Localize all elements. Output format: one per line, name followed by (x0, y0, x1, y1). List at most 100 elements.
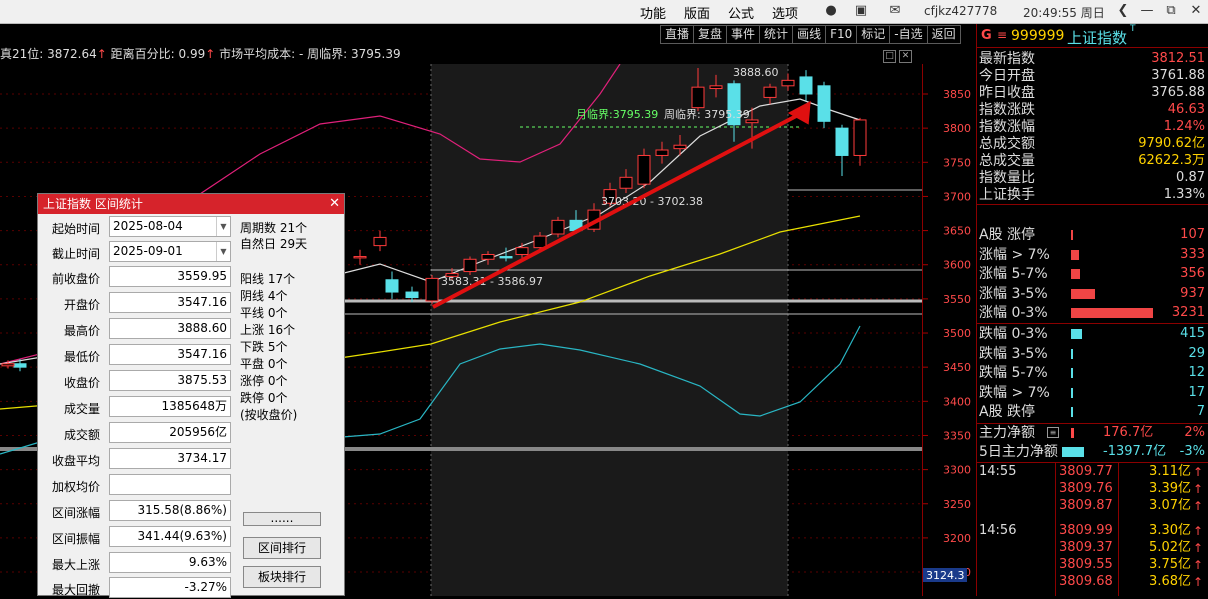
breadth-value: 12 (1188, 365, 1205, 380)
tick-amount: 5.02亿 (1149, 540, 1191, 555)
dialog-header[interactable]: 上证指数 区间统计 ✕ (38, 194, 344, 214)
candle-body (373, 236, 387, 247)
date-picker[interactable]: 2025-08-04 ▼ (109, 216, 231, 237)
toolbar-button-2[interactable]: 事件 (726, 25, 761, 44)
user-icon[interactable]: ● (822, 2, 840, 20)
candle-body (499, 256, 513, 259)
axis-label: 3200 (943, 532, 971, 545)
period-stat: 自然日 29天 (240, 237, 308, 251)
menu-formula[interactable]: 公式 (728, 3, 754, 22)
stat-row: 成交量 1385648万 (38, 396, 238, 418)
stat-row: 加权均价 (38, 474, 238, 496)
info-part1: 真21位: 3872.64 (0, 47, 97, 61)
stat-label: 收盘平均 (51, 454, 100, 468)
stat-value: -3.27% (109, 577, 231, 598)
chart-maximize-icon[interactable]: □ (883, 50, 896, 63)
breadth-row: A股 跌停 7 (979, 403, 1207, 421)
axis-label: 3550 (943, 293, 971, 306)
breadth-label: 跌幅 > 7% (979, 384, 1050, 401)
breadth-row: A股 涨停 107 (979, 226, 1207, 244)
stat-value-text: -3.27% (184, 580, 227, 594)
chevron-down-icon[interactable]: ▼ (216, 217, 230, 236)
last-value-label: 3124.3 (926, 569, 965, 582)
title-bar: 功能 版面 公式 选项 ● ▣ ✉ cfjkz427778 20:49:55 周… (0, 0, 1208, 24)
stock-name[interactable]: 上证指数 (1067, 27, 1127, 48)
pin-icon[interactable]: T (1130, 24, 1136, 34)
breadth-row: 涨幅 0-3% 3231 (979, 304, 1207, 322)
breadth-label: 跌幅 3-5% (979, 345, 1048, 362)
toolbar-button-8[interactable]: 返回 (926, 25, 961, 44)
date-picker[interactable]: 2025-09-01 ▼ (109, 241, 231, 262)
breadth-row: 涨幅 5-7% 356 (979, 265, 1207, 283)
candle-body (551, 219, 565, 235)
tick-amount: 3.30亿 (1149, 523, 1191, 538)
chevron-down-icon[interactable]: ▼ (216, 242, 230, 261)
dialog-close-icon[interactable]: ✕ (329, 194, 340, 214)
breadth-bar (1071, 329, 1082, 339)
breadth-bar (1071, 249, 1080, 260)
candle-body (385, 279, 399, 293)
menu-options[interactable]: 选项 (772, 3, 798, 22)
candle-body (405, 291, 419, 299)
restore-icon[interactable]: ⧉ (1162, 2, 1180, 20)
tick-time: 14:55 (979, 464, 1017, 479)
flow-label: 主力净额 (979, 425, 1035, 441)
flow-pct: 2% (1184, 425, 1205, 440)
toolbar-button-3[interactable]: 统计 (759, 25, 794, 44)
quote-value: 1.33% (1163, 187, 1205, 202)
range-rank-button[interactable]: 区间排行 (243, 537, 321, 559)
toolbar-button-5[interactable]: F10 (825, 25, 858, 44)
stat-label: 最大回撤 (51, 583, 100, 597)
stat-value: 3547.16 (109, 344, 231, 365)
axis-label: 3800 (943, 122, 971, 135)
account-name: cfjkz427778 (924, 4, 998, 18)
close-icon[interactable]: ✕ (1187, 2, 1205, 20)
tick-amount: 3.11亿 (1149, 464, 1191, 479)
more-button[interactable]: ...... (243, 512, 321, 526)
mail-icon[interactable]: ✉ (886, 2, 904, 20)
candle-stat: 阳线 17个 (240, 272, 296, 286)
axis-label: 3450 (943, 361, 971, 374)
breadth-row: 跌幅 3-5% 29 (979, 345, 1207, 363)
toolbar-button-0[interactable]: 直播 (660, 25, 695, 44)
quote-label: 今日开盘 (979, 68, 1035, 84)
candle-stat: 平盘 0个 (240, 357, 288, 371)
up-arrow-icon: ↑ (96, 47, 107, 61)
tick-price: 3809.77 (1059, 464, 1113, 479)
back-icon[interactable]: ❮ (1114, 2, 1132, 20)
tick-row: 3809.87 3.07亿 ↑ (977, 498, 1205, 514)
quote-row: 上证换手 1.33% (979, 186, 1207, 204)
stat-row: 最高价 3888.60 (38, 318, 238, 340)
list-icon[interactable]: ≡ (1047, 427, 1059, 438)
toolbar-button-7[interactable]: -自选 (889, 25, 928, 44)
breadth-bar (1071, 368, 1073, 378)
toolbar-button-1[interactable]: 复盘 (693, 25, 728, 44)
candle-body (655, 149, 669, 156)
tick-price: 3809.76 (1059, 481, 1113, 496)
menu-function[interactable]: 功能 (640, 3, 666, 22)
stat-label: 起始时间 (51, 222, 100, 236)
tick-amount: 3.07亿 (1149, 498, 1191, 513)
menu-layout[interactable]: 版面 (684, 3, 710, 22)
menu-icon[interactable]: ≡ (997, 28, 1007, 42)
minimize-icon[interactable]: — (1138, 2, 1156, 20)
breadth-bar (1071, 230, 1074, 240)
stat-value: 3559.95 (109, 266, 231, 287)
stat-row: 截止时间 2025-09-01 ▼ (38, 241, 238, 263)
axis-label: 3750 (943, 156, 971, 169)
toolbar-button-6[interactable]: 标记 (856, 25, 891, 44)
candle-body (763, 86, 777, 98)
tick-amount: 3.68亿 (1149, 574, 1191, 589)
toolbar-button-4[interactable]: 画线 (792, 25, 827, 44)
breadth-row: 跌幅 5-7% 12 (979, 364, 1207, 382)
quote-value: 0.87 (1176, 170, 1205, 185)
breadth-value: 107 (1180, 227, 1205, 242)
g-icon[interactable]: G (981, 28, 992, 43)
candle-body (463, 258, 477, 273)
chart-close-icon[interactable]: ✕ (899, 50, 912, 63)
sector-rank-button[interactable]: 板块排行 (243, 566, 321, 588)
stat-row: 成交额 205956亿 (38, 422, 238, 444)
stat-label: 最大上涨 (51, 558, 100, 572)
axis-label: 3350 (943, 429, 971, 442)
lock-icon[interactable]: ▣ (852, 2, 870, 20)
